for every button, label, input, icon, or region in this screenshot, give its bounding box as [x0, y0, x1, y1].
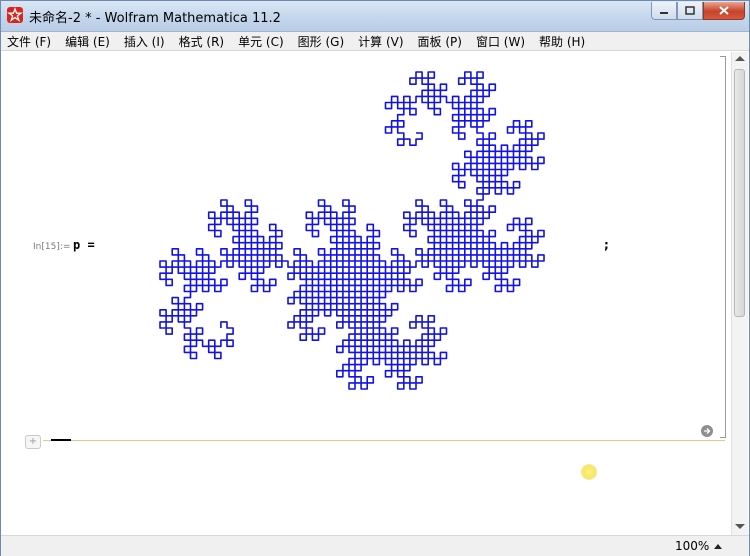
close-button[interactable] — [703, 2, 745, 20]
add-cell-button[interactable]: + — [25, 435, 41, 449]
arrow-right-icon — [704, 428, 711, 434]
fractal-curve — [159, 71, 545, 390]
notebook-area[interactable]: In[15]:= p = ; + — [3, 52, 729, 532]
menu-palettes[interactable]: 面板 (P) — [418, 33, 462, 50]
menu-file[interactable]: 文件 (F) — [7, 33, 51, 50]
scroll-thumb[interactable] — [734, 69, 745, 317]
input-code[interactable]: p = — [73, 238, 95, 252]
mathematica-window: 未命名-2 * - Wolfram Mathematica 11.2 文件 (F… — [0, 0, 750, 556]
add-cell-icon: + — [28, 436, 38, 447]
menu-insert[interactable]: 插入 (I) — [124, 33, 165, 50]
mouse-cursor-highlight — [581, 464, 597, 480]
dragon-curve-fractal — [159, 71, 545, 390]
menu-graphics[interactable]: 图形 (G) — [298, 33, 344, 50]
menu-evaluation[interactable]: 计算 (V) — [358, 33, 403, 50]
title-bar[interactable]: 未命名-2 * - Wolfram Mathematica 11.2 — [1, 1, 749, 32]
menu-format[interactable]: 格式 (R) — [179, 33, 225, 50]
input-terminator: ; — [604, 238, 609, 252]
maximize-button[interactable] — [677, 2, 703, 20]
zoom-dropdown-icon[interactable] — [714, 544, 722, 549]
menu-cell[interactable]: 单元 (C) — [238, 33, 284, 50]
window-controls — [651, 2, 745, 20]
scroll-down-arrow[interactable] — [735, 524, 745, 529]
mathematica-icon[interactable] — [7, 7, 23, 23]
input-cell-label: In[15]:= — [33, 242, 71, 252]
window-title: 未命名-2 * - Wolfram Mathematica 11.2 — [29, 11, 281, 26]
menu-help[interactable]: 帮助 (H) — [539, 33, 585, 50]
minimize-button[interactable] — [651, 2, 677, 20]
evaluate-button[interactable] — [701, 425, 713, 437]
cell-insertion-line — [43, 440, 725, 441]
status-bar: 100% — [1, 535, 749, 556]
vertical-scrollbar[interactable] — [731, 52, 748, 535]
menu-edit[interactable]: 编辑 (E) — [65, 33, 110, 50]
text-cursor — [51, 439, 71, 441]
scroll-up-arrow[interactable] — [735, 56, 745, 61]
menu-bar: 文件 (F) 编辑 (E) 插入 (I) 格式 (R) 单元 (C) 图形 (G… — [1, 32, 749, 51]
menu-window[interactable]: 窗口 (W) — [476, 33, 525, 50]
zoom-level[interactable]: 100% — [675, 539, 709, 553]
close-icon — [719, 6, 729, 15]
minimize-icon — [660, 11, 668, 14]
maximize-icon — [685, 6, 695, 15]
cell-bracket[interactable] — [720, 56, 726, 438]
